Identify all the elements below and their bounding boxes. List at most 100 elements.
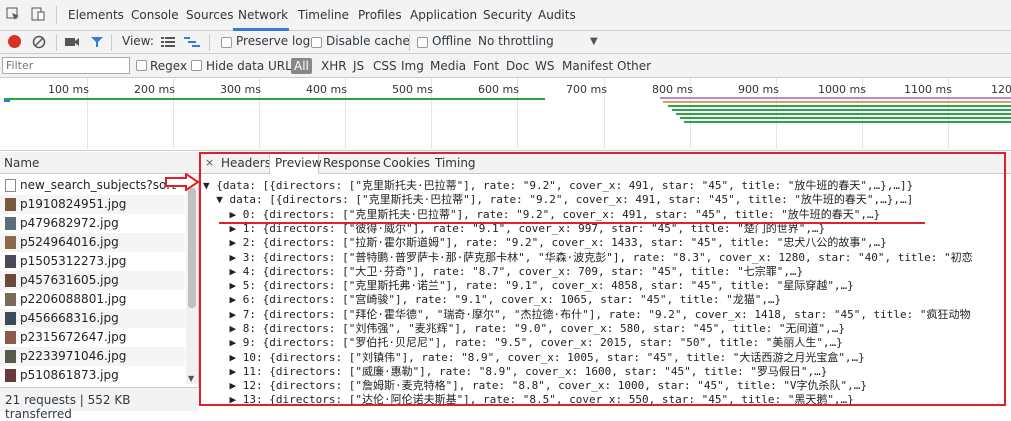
image-file-icon xyxy=(5,217,16,230)
disable-cache-label[interactable]: Disable cache xyxy=(326,34,410,48)
request-list-scrollbar[interactable]: ▲ ▼ xyxy=(186,175,198,384)
timeline-bar-images xyxy=(663,101,1011,103)
tab-timeline[interactable]: Timeline xyxy=(298,8,349,22)
filter-type-manifest[interactable]: Manifest xyxy=(562,59,613,73)
filter-type-media[interactable]: Media xyxy=(430,59,466,73)
annotation-arrow xyxy=(164,172,200,192)
request-row[interactable]: p457631605.jpg xyxy=(0,271,185,290)
json-item-line[interactable]: ▶ 2: {directors: ["拉斯·霍尔斯道姆"], rate: "9.… xyxy=(203,236,886,250)
detail-tab-preview[interactable]: Preview xyxy=(275,156,322,170)
tab-sources[interactable]: Sources xyxy=(186,8,233,22)
filter-type-doc[interactable]: Doc xyxy=(506,59,529,73)
timeline-overview[interactable]: 100 ms 200 ms 300 ms 400 ms 500 ms 600 m… xyxy=(0,78,1011,151)
preserve-log-label[interactable]: Preserve log xyxy=(236,34,310,48)
request-row[interactable]: p2206088801.jpg xyxy=(0,290,185,309)
detail-tab-response[interactable]: Response xyxy=(323,156,381,170)
request-row[interactable]: p1910824951.jpg xyxy=(0,195,185,214)
request-name: p479682972.jpg xyxy=(20,216,119,230)
disable-cache-checkbox[interactable] xyxy=(311,37,322,48)
filter-type-css[interactable]: CSS xyxy=(373,59,397,73)
hide-data-urls-label[interactable]: Hide data URLs xyxy=(206,59,298,73)
tab-security[interactable]: Security xyxy=(483,8,532,22)
filter-input[interactable] xyxy=(2,57,130,74)
request-name: p2233971046.jpg xyxy=(20,349,127,363)
json-item-line[interactable]: ▶ 9: {directors: ["罗伯托·贝尼尼"], rate: "9.5… xyxy=(203,336,842,350)
waterfall-view-icon[interactable] xyxy=(184,36,200,48)
device-mode-icon[interactable] xyxy=(30,6,46,22)
json-item-line[interactable]: ▶ 4: {directors: ["大卫·芬奇"], rate: "8.7",… xyxy=(203,265,803,279)
preserve-log-checkbox[interactable] xyxy=(221,37,232,48)
request-name: p1910824951.jpg xyxy=(20,197,127,211)
request-row[interactable]: p2233971046.jpg xyxy=(0,347,185,366)
tick-label: 500 ms xyxy=(392,83,433,96)
json-item-line[interactable]: ▶ 13: {directors: ["达伦·阿伦诺夫斯基"], rate: "… xyxy=(203,393,853,407)
filter-type-xhr[interactable]: XHR xyxy=(321,59,347,73)
request-name: p457631605.jpg xyxy=(20,273,119,287)
tick-label: 800 ms xyxy=(652,83,693,96)
regex-label[interactable]: Regex xyxy=(150,59,187,73)
tick-label: 700 ms xyxy=(566,83,607,96)
toolbar-separator xyxy=(409,34,410,51)
devtools-tabbar: Elements Console Sources Network Timelin… xyxy=(0,0,1011,31)
view-label: View: xyxy=(122,34,154,48)
request-row[interactable]: p524964016.jpg xyxy=(0,233,185,252)
name-column-header[interactable]: Name xyxy=(0,152,199,174)
timeline-bar-images xyxy=(684,121,1011,123)
filter-type-img[interactable]: Img xyxy=(401,59,424,73)
regex-checkbox[interactable] xyxy=(136,60,147,71)
tab-profiles[interactable]: Profiles xyxy=(358,8,402,22)
filter-type-js[interactable]: JS xyxy=(353,59,364,73)
request-row[interactable]: p479682972.jpg xyxy=(0,214,185,233)
json-item-line[interactable]: ▶ 7: {directors: ["拜伦·霍华德", "瑞奇·摩尔", "杰拉… xyxy=(203,308,970,322)
request-row[interactable]: p456668316.jpg xyxy=(0,309,185,328)
json-root-line[interactable]: ▼ {data: [{directors: ["克里斯托夫·巴拉蒂"], rat… xyxy=(203,179,913,193)
json-item-line[interactable]: ▶ 1: {directors: ["彼得·威尔"], rate: "9.1",… xyxy=(203,222,825,236)
detail-tab-cookies[interactable]: Cookies xyxy=(383,156,430,170)
inspect-icon[interactable] xyxy=(6,7,20,21)
request-row[interactable]: p1505312273.jpg xyxy=(0,252,185,271)
request-row[interactable]: p2315672647.jpg xyxy=(0,328,185,347)
filter-type-font[interactable]: Font xyxy=(473,59,499,73)
request-row[interactable]: p510861873.jpg xyxy=(0,366,185,385)
close-icon[interactable]: × xyxy=(205,156,214,169)
json-item-line[interactable]: ▶ 3: {directors: ["普特鹏·普罗萨卡·那·萨克那卡林", "华… xyxy=(203,251,972,265)
json-item-line[interactable]: ▶ 11: {directors: ["威廉·惠勒"], rate: "8.9"… xyxy=(203,365,827,379)
detail-tab-timing[interactable]: Timing xyxy=(435,156,476,170)
scroll-down-arrow[interactable]: ▼ xyxy=(188,374,194,383)
tab-network[interactable]: Network xyxy=(238,8,288,22)
image-file-icon xyxy=(5,198,16,211)
record-icon[interactable] xyxy=(8,35,21,48)
offline-label[interactable]: Offline xyxy=(432,34,471,48)
json-item-line[interactable]: ▶ 12: {directors: ["詹姆斯·麦克特格"], rate: "8… xyxy=(203,379,867,393)
tick-label: 300 ms xyxy=(220,83,261,96)
timeline-bar-images xyxy=(680,117,1011,119)
json-data-line[interactable]: ▼ data: [{directors: ["克里斯托夫·巴拉蒂"], rate… xyxy=(203,193,913,207)
tick-label: 600 ms xyxy=(478,83,519,96)
tab-console[interactable]: Console xyxy=(131,8,179,22)
filter-all-button[interactable]: All xyxy=(291,58,312,74)
detail-tab-headers[interactable]: Headers xyxy=(221,156,271,170)
json-item-line[interactable]: ▶ 6: {directors: ["宫崎骏"], rate: "9.1", c… xyxy=(203,293,781,307)
camera-icon[interactable] xyxy=(64,36,80,48)
json-item-line[interactable]: ▶ 10: {directors: ["刘镇伟"], rate: "8.9", … xyxy=(203,351,864,365)
tab-application[interactable]: Application xyxy=(410,8,477,22)
json-item-line[interactable]: ▶ 5: {directors: ["克里斯托弗·诺兰"], rate: "9.… xyxy=(203,279,853,293)
tab-audits[interactable]: Audits xyxy=(538,8,576,22)
clear-icon[interactable] xyxy=(32,35,46,49)
filter-type-ws[interactable]: WS xyxy=(535,59,554,73)
filter-type-other[interactable]: Other xyxy=(617,59,651,73)
request-row-selected[interactable]: new_search_subjects?sort=T xyxy=(0,176,185,195)
hide-data-urls-checkbox[interactable] xyxy=(191,60,202,71)
filter-icon[interactable] xyxy=(90,35,104,49)
chevron-down-icon[interactable]: ▼ xyxy=(590,36,598,47)
scrollbar-thumb[interactable] xyxy=(188,188,196,308)
json-item-line[interactable]: ▶ 8: {directors: ["刘伟强", "麦兆辉"], rate: "… xyxy=(203,322,845,336)
tick-label: 100 ms xyxy=(48,83,89,96)
image-file-icon xyxy=(5,331,16,344)
list-view-icon[interactable] xyxy=(161,36,175,48)
throttling-select[interactable]: No throttling xyxy=(478,34,554,48)
json-item-line[interactable]: ▶ 0: {directors: ["克里斯托夫·巴拉蒂"], rate: "9… xyxy=(203,208,880,222)
tab-elements[interactable]: Elements xyxy=(68,8,124,22)
offline-checkbox[interactable] xyxy=(417,37,428,48)
tabbar-separator xyxy=(56,6,57,24)
